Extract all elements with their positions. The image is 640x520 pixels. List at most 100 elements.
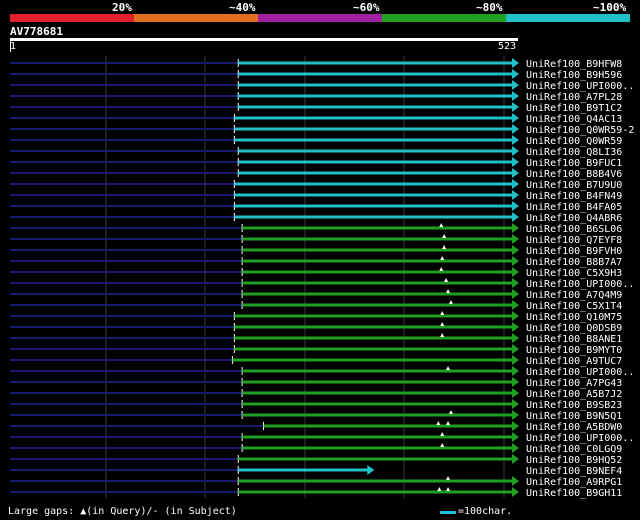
hit-label: UniRef100_B9MYT0 bbox=[526, 345, 622, 356]
hit-arrow bbox=[512, 377, 519, 387]
hit-label: UniRef100_B8B7A7 bbox=[526, 257, 622, 268]
hit-arrow bbox=[512, 135, 519, 145]
hit-label: UniRef100_UPI000.. bbox=[526, 433, 634, 444]
hit-arrow bbox=[512, 333, 519, 343]
hit-label: UniRef100_Q4ABR6 bbox=[526, 213, 622, 224]
hit-arrow bbox=[512, 399, 519, 409]
hit-label: UniRef100_A9TUC7 bbox=[526, 356, 622, 367]
hit-label: UniRef100_Q0WR59-2 bbox=[526, 125, 634, 136]
hit-arrow bbox=[512, 443, 519, 453]
gap-marker bbox=[440, 311, 445, 315]
hit-arrow bbox=[512, 113, 519, 123]
hit-label: UniRef100_UPI000.. bbox=[526, 279, 634, 290]
hit-arrow bbox=[512, 487, 519, 497]
hit-arrow bbox=[512, 300, 519, 310]
hit-label: UniRef100_A7PL28 bbox=[526, 92, 622, 103]
hit-arrow bbox=[512, 388, 519, 398]
hit-label: UniRef100_C5X9H3 bbox=[526, 268, 622, 279]
hit-label: UniRef100_B6SL06 bbox=[526, 224, 622, 235]
hit-label: UniRef100_Q10M75 bbox=[526, 312, 622, 323]
gap-marker bbox=[446, 487, 451, 491]
hit-label: UniRef100_B9NEF4 bbox=[526, 466, 622, 477]
legend-scale-text: =100char. bbox=[458, 506, 513, 517]
hit-arrow bbox=[512, 179, 519, 189]
gap-marker bbox=[439, 223, 444, 227]
hit-arrow bbox=[512, 102, 519, 112]
hit-label: UniRef100_Q8LI36 bbox=[526, 147, 622, 158]
hit-label: UniRef100_B8B4V6 bbox=[526, 169, 622, 180]
hit-arrow bbox=[512, 355, 519, 365]
hit-arrow bbox=[512, 80, 519, 90]
gap-marker bbox=[440, 256, 445, 260]
gap-marker bbox=[440, 322, 445, 326]
hit-label: UniRef100_UPI000.. bbox=[526, 367, 634, 378]
hit-arrow bbox=[512, 410, 519, 420]
hit-label: UniRef100_B7U9U0 bbox=[526, 180, 622, 191]
legend-scale: =100char. bbox=[440, 506, 512, 517]
hit-arrow bbox=[512, 311, 519, 321]
hit-label: UniRef100_B4FN49 bbox=[526, 191, 622, 202]
hit-label: UniRef100_B9FUC1 bbox=[526, 158, 622, 169]
hit-arrow bbox=[512, 454, 519, 464]
hit-label: UniRef100_B9HQ52 bbox=[526, 455, 622, 466]
hit-label: UniRef100_A7Q4M9 bbox=[526, 290, 622, 301]
gap-marker bbox=[437, 487, 442, 491]
gap-marker bbox=[436, 421, 441, 425]
hit-arrow bbox=[512, 344, 519, 354]
hit-arrow bbox=[512, 91, 519, 101]
gap-marker bbox=[448, 300, 453, 304]
gap-marker bbox=[444, 278, 449, 282]
hit-arrow bbox=[512, 69, 519, 79]
hit-label: UniRef100_Q4AC13 bbox=[526, 114, 622, 125]
gap-marker bbox=[446, 366, 451, 370]
gap-marker bbox=[446, 421, 451, 425]
gap-marker bbox=[442, 234, 447, 238]
hit-arrow bbox=[512, 366, 519, 376]
hit-arrow bbox=[512, 201, 519, 211]
hit-label: UniRef100_A5B7J2 bbox=[526, 389, 622, 400]
hit-arrow bbox=[512, 289, 519, 299]
hit-arrow bbox=[512, 256, 519, 266]
hit-arrow bbox=[512, 245, 519, 255]
gap-marker bbox=[446, 289, 451, 293]
hit-label: UniRef100_B9SB23 bbox=[526, 400, 622, 411]
hit-label: UniRef100_Q0WR59 bbox=[526, 136, 622, 147]
hit-arrow bbox=[512, 124, 519, 134]
hit-label: UniRef100_B9HFW8 bbox=[526, 59, 622, 70]
hit-arrow bbox=[512, 432, 519, 442]
gap-marker bbox=[439, 267, 444, 271]
hit-arrow bbox=[512, 58, 519, 68]
hit-label: UniRef100_B9N5Q1 bbox=[526, 411, 622, 422]
hit-label: UniRef100_B9T1C2 bbox=[526, 103, 622, 114]
hit-arrow bbox=[512, 157, 519, 167]
gap-marker bbox=[448, 410, 453, 414]
gap-marker bbox=[440, 333, 445, 337]
alignment-chart: UniRef100_B9HFW8UniRef100_B9H596UniRef10… bbox=[10, 56, 634, 499]
hit-arrow bbox=[512, 234, 519, 244]
hit-label: UniRef100_B9H596 bbox=[526, 70, 622, 81]
hit-label: UniRef100_B9GH11 bbox=[526, 488, 622, 499]
hit-arrow bbox=[512, 146, 519, 156]
hit-label: UniRef100_B8ANE1 bbox=[526, 334, 622, 345]
hit-label: UniRef100_A7PG43 bbox=[526, 378, 622, 389]
hit-arrow bbox=[512, 476, 519, 486]
hit-arrow bbox=[512, 278, 519, 288]
hit-label: UniRef100_B9FVH0 bbox=[526, 246, 622, 257]
hit-label: UniRef100_A9RPG1 bbox=[526, 477, 622, 488]
hit-arrow bbox=[512, 223, 519, 233]
gap-marker bbox=[440, 432, 445, 436]
hit-arrow bbox=[512, 267, 519, 277]
hit-label: UniRef100_C5X1T4 bbox=[526, 301, 622, 312]
hit-label: UniRef100_C0LGQ9 bbox=[526, 444, 622, 455]
hit-arrow bbox=[512, 212, 519, 222]
hit-label: UniRef100_Q7EYF8 bbox=[526, 235, 622, 246]
hit-arrow bbox=[512, 421, 519, 431]
gap-marker bbox=[442, 245, 447, 249]
gap-marker bbox=[446, 476, 451, 480]
gaps-legend: Large gaps: ▲(in Query)/- (in Subject) bbox=[8, 506, 237, 517]
gap-marker bbox=[440, 443, 445, 447]
hit-arrow bbox=[512, 168, 519, 178]
hit-label: UniRef100_B4FA05 bbox=[526, 202, 622, 213]
hit-arrow bbox=[512, 322, 519, 332]
hit-label: UniRef100_UPI000.. bbox=[526, 81, 634, 92]
